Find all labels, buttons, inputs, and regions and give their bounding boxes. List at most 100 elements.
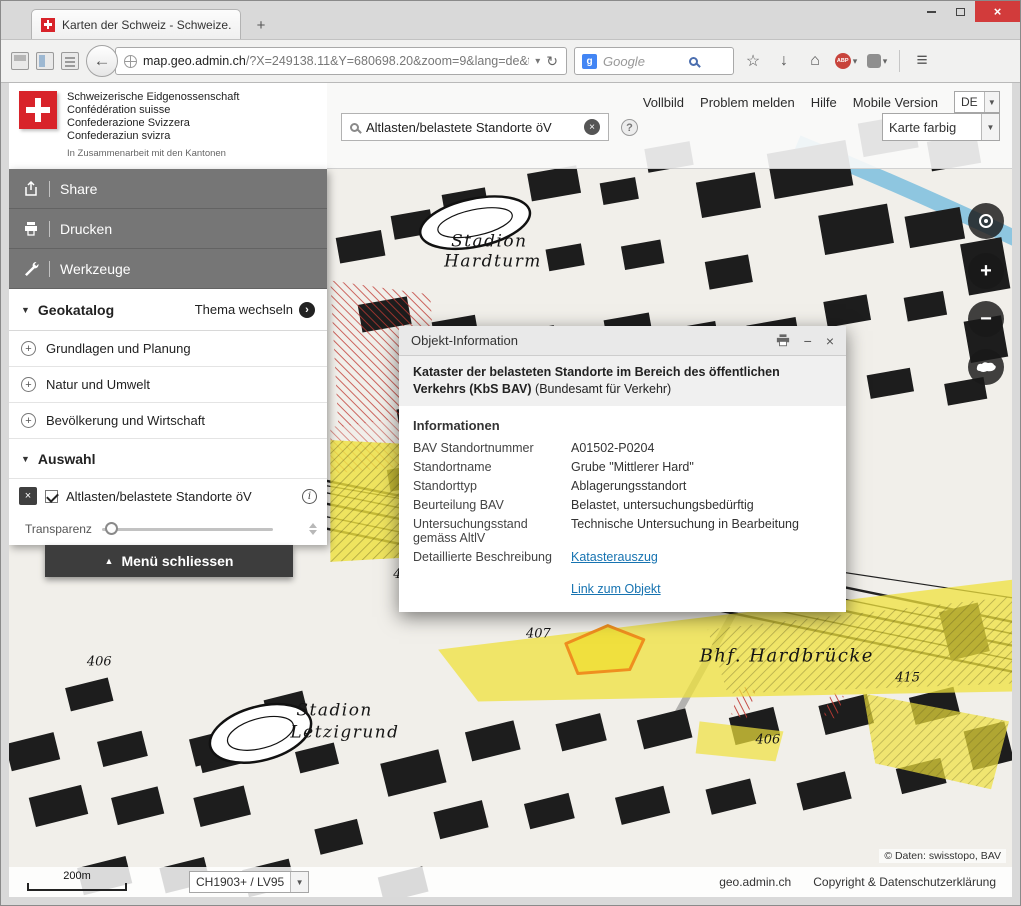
reload-icon[interactable]: ↻ bbox=[546, 53, 558, 70]
layer-reorder-buttons[interactable] bbox=[309, 523, 317, 535]
info-label: Detaillierte Beschreibung bbox=[413, 550, 563, 564]
geoadmin-link[interactable]: geo.admin.ch bbox=[719, 875, 791, 889]
footer-bar: 200m CH1903+ / LV95 ▼ geo.admin.ch Copyr… bbox=[9, 867, 1012, 897]
projection-select[interactable]: CH1903+ / LV95 ▼ bbox=[189, 871, 309, 893]
geocatalog-section[interactable]: ▼Geokatalog Thema wechseln › bbox=[9, 289, 327, 331]
clear-search-icon[interactable]: × bbox=[584, 119, 600, 135]
map-label-stadion-hardturm: Hardturm bbox=[443, 251, 542, 271]
site-content: Stadion Hardturm Stadion Letzigrund Bhf.… bbox=[9, 83, 1012, 897]
back-button[interactable]: ← bbox=[86, 45, 118, 77]
expand-plus-icon[interactable]: + bbox=[21, 341, 36, 356]
close-menu-button[interactable]: ▲ Menü schliessen bbox=[45, 545, 293, 577]
expand-plus-icon[interactable]: + bbox=[21, 377, 36, 392]
change-theme-link[interactable]: Thema wechseln › bbox=[195, 302, 315, 318]
url-bar[interactable]: map.geo.admin.ch/?X=249138.11&Y=680698.2… bbox=[115, 47, 567, 75]
map-label-stadion-letzigrund: Letzigrund bbox=[289, 721, 399, 741]
info-value: A01502-P0204 bbox=[571, 441, 832, 455]
adblock-button[interactable]: ABP ▾ bbox=[834, 48, 858, 74]
help-link[interactable]: Hilfe bbox=[811, 95, 837, 110]
slider-handle[interactable] bbox=[105, 522, 118, 535]
tools-button[interactable]: Werkzeuge bbox=[9, 249, 327, 289]
downloads-button[interactable]: ↓ bbox=[772, 48, 796, 74]
browser-search-bar[interactable]: g bbox=[574, 47, 734, 75]
share-button[interactable]: Share bbox=[9, 169, 327, 209]
clipboard-icon[interactable] bbox=[61, 52, 79, 70]
extension-icon bbox=[867, 54, 881, 68]
maximize-icon bbox=[956, 8, 965, 16]
transparency-slider[interactable] bbox=[102, 522, 299, 536]
menu-button[interactable]: ≡ bbox=[910, 48, 934, 74]
new-tab-button[interactable]: + bbox=[249, 15, 273, 35]
geolocate-icon bbox=[979, 214, 993, 228]
window-minimize-button[interactable] bbox=[917, 1, 946, 22]
scale-bar: 200m bbox=[27, 870, 127, 894]
chevron-right-icon: › bbox=[299, 302, 315, 318]
browser-search-input[interactable] bbox=[603, 54, 683, 69]
share-label: Share bbox=[60, 181, 97, 197]
info-label: Beurteilung BAV bbox=[413, 498, 563, 512]
confederation-logo[interactable]: Schweizerische Eidgenossenschaft Confédé… bbox=[9, 83, 327, 169]
bookmark-star-button[interactable]: ☆ bbox=[741, 48, 765, 74]
popup-close-button[interactable]: × bbox=[826, 333, 834, 349]
popup-minimize-button[interactable]: − bbox=[804, 333, 812, 349]
zoom-out-button[interactable]: − bbox=[968, 301, 1004, 337]
catalog-item-grundlagen[interactable]: + Grundlagen und Planung bbox=[9, 331, 327, 367]
remove-layer-button[interactable]: × bbox=[19, 487, 37, 505]
copyright-link[interactable]: Copyright & Datenschutzerklärung bbox=[813, 875, 996, 889]
map-elevation-label: 415 bbox=[894, 671, 920, 686]
popup-title: Objekt-Information bbox=[411, 333, 762, 348]
chevron-up-icon: ▲ bbox=[105, 556, 114, 566]
map-attribution: © Daten: swisstopo, BAV bbox=[879, 849, 1006, 863]
extension-button[interactable]: ▾ bbox=[865, 48, 889, 74]
map-label-bhf-hardbruecke: Bhf. Hardbrücke bbox=[699, 646, 874, 667]
print-button[interactable]: Drucken bbox=[9, 209, 327, 249]
printer-icon bbox=[776, 334, 790, 347]
fullscreen-link[interactable]: Vollbild bbox=[643, 95, 684, 110]
search-help-button[interactable]: ? bbox=[621, 119, 638, 136]
popup-print-button[interactable] bbox=[776, 334, 790, 347]
catalog-item-natur[interactable]: + Natur und Umwelt bbox=[9, 367, 327, 403]
map-style-select[interactable]: Karte farbig ▼ bbox=[882, 113, 1000, 141]
url-dropdown-icon[interactable]: ▾ bbox=[535, 56, 540, 67]
chevron-down-icon: ▼ bbox=[984, 92, 999, 112]
transparency-row: Transparenz bbox=[9, 513, 327, 545]
zoom-in-button[interactable]: + bbox=[968, 253, 1004, 289]
swiss-flag-icon bbox=[19, 91, 57, 129]
search-icon[interactable] bbox=[689, 57, 698, 66]
popup-body: Informationen BAV Standortnummer A01502-… bbox=[399, 406, 846, 612]
object-link[interactable]: Link zum Objekt bbox=[571, 582, 832, 596]
popup-header[interactable]: Objekt-Information − × bbox=[399, 326, 846, 356]
split-view-icon[interactable] bbox=[36, 52, 54, 70]
logo-text-line: Confédération suisse bbox=[67, 104, 239, 117]
map-elevation-label: 407 bbox=[525, 627, 552, 642]
info-section-title: Informationen bbox=[413, 418, 832, 433]
geolocate-button[interactable] bbox=[968, 203, 1004, 239]
cooperation-note: In Zusammenarbeit mit den Kantonen bbox=[67, 148, 239, 159]
browser-tab[interactable]: Karten der Schweiz - Schweize... bbox=[31, 9, 241, 39]
tab-title: Karten der Schweiz - Schweize... bbox=[62, 18, 231, 32]
window-maximize-button[interactable] bbox=[946, 1, 975, 22]
window-close-button[interactable]: × bbox=[975, 1, 1020, 22]
default-extent-button[interactable] bbox=[968, 349, 1004, 385]
geocatalog-label: Geokatalog bbox=[38, 302, 114, 318]
url-text[interactable]: map.geo.admin.ch/?X=249138.11&Y=680698.2… bbox=[143, 54, 529, 68]
move-up-icon bbox=[309, 523, 317, 528]
pages-icon[interactable] bbox=[11, 52, 29, 70]
layer-info-icon[interactable]: i bbox=[302, 489, 317, 504]
expand-plus-icon[interactable]: + bbox=[21, 413, 36, 428]
selection-section[interactable]: ▼Auswahl bbox=[9, 439, 327, 479]
map-search-input[interactable] bbox=[366, 120, 577, 135]
home-button[interactable]: ⌂ bbox=[803, 48, 827, 74]
info-value: Ablagerungsstandort bbox=[571, 479, 832, 493]
report-problem-link[interactable]: Problem melden bbox=[700, 95, 795, 110]
cadastre-extract-link[interactable]: Katasterauszug bbox=[571, 550, 832, 564]
google-icon[interactable]: g bbox=[582, 54, 597, 69]
layer-visibility-checkbox[interactable] bbox=[45, 490, 58, 503]
map-search-field[interactable]: × bbox=[341, 113, 609, 141]
language-select[interactable]: DE ▼ bbox=[954, 91, 1000, 113]
mobile-version-link[interactable]: Mobile Version bbox=[853, 95, 938, 110]
info-label: Untersuchungsstand gemäss AltlV bbox=[413, 517, 563, 545]
catalog-item-bevoelkerung[interactable]: + Bevölkerung und Wirtschaft bbox=[9, 403, 327, 439]
printer-icon bbox=[23, 221, 39, 237]
info-label: Standortname bbox=[413, 460, 563, 474]
